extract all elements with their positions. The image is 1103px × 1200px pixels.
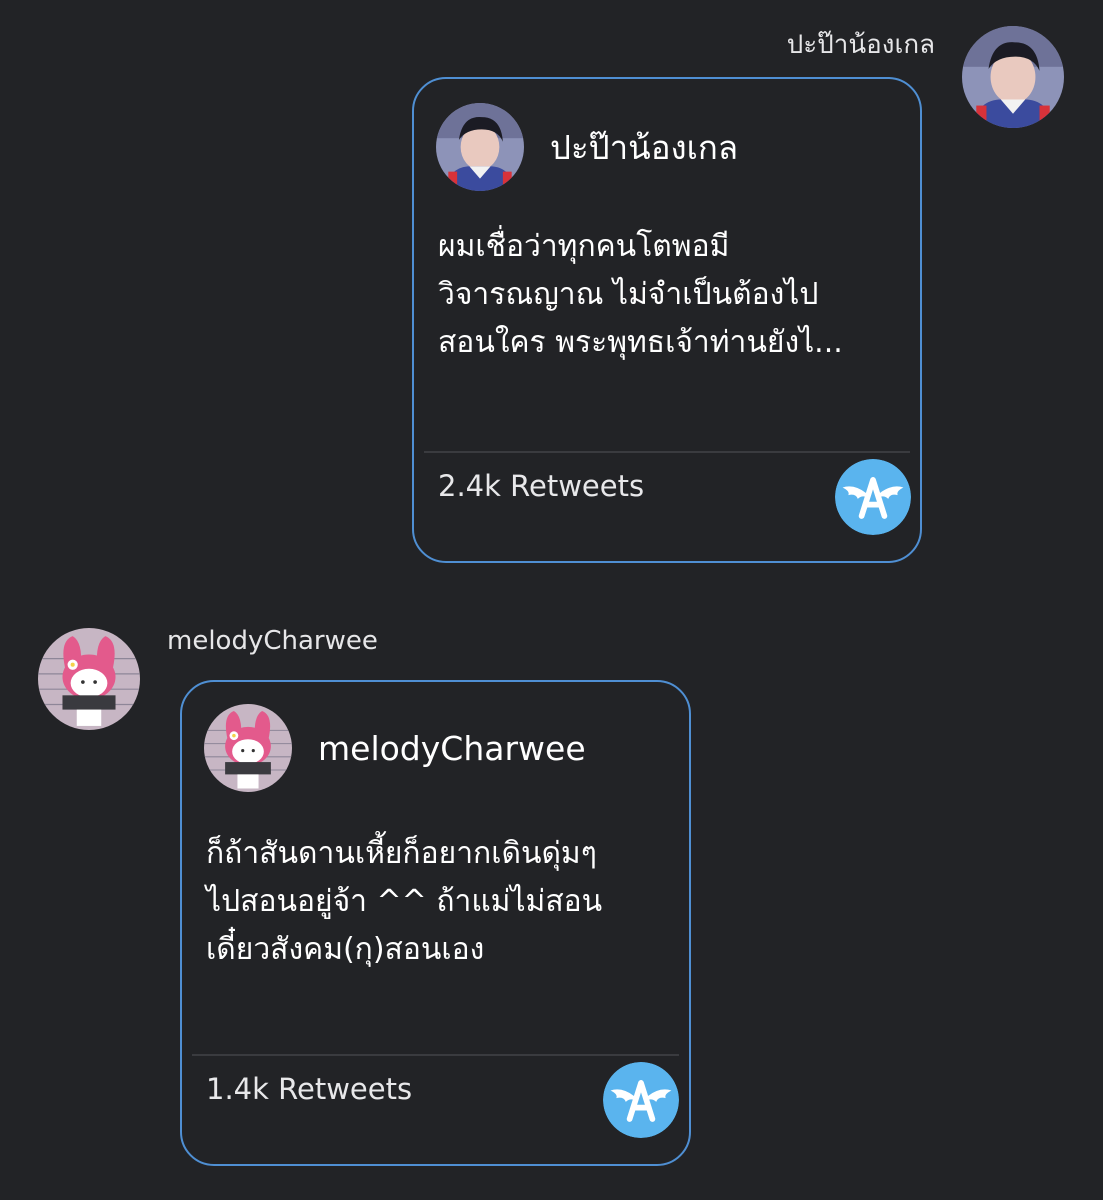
card-divider: [424, 451, 910, 453]
card-header: melodyCharwee: [204, 704, 586, 792]
card-header: ปะป๊าน้องเกล: [436, 103, 738, 191]
retweet-count: 2.4k Retweets: [438, 469, 645, 503]
quoted-tweet-card[interactable]: melodyCharwee ก็ถ้าสันดานเหี้ยก็อยากเดิน…: [180, 680, 691, 1166]
quoted-tweet-card[interactable]: ปะป๊าน้องเกล ผมเชื่อว่าทุกคนโตพอมี วิจาร…: [412, 77, 922, 563]
card-text-line: วิจารณญาณ ไม่จำเป็นต้องไป: [438, 277, 819, 312]
card-text-line: ผมเชื่อว่าทุกคนโตพอมี: [438, 229, 730, 264]
sender-avatar[interactable]: [962, 26, 1064, 128]
card-text: ก็ถ้าสันดานเหี้ยก็อยากเดินดุ่มๆ ไปสอนอยู…: [206, 830, 602, 974]
winged-a-app-icon: [835, 459, 911, 535]
sender-avatar[interactable]: [38, 628, 140, 730]
app-badge[interactable]: [603, 1062, 679, 1138]
card-text-line: เดี๋ยวสังคม(กุ)สอนเอง: [206, 932, 485, 967]
winged-a-app-icon: [603, 1062, 679, 1138]
sender-name: ปะป๊าน้องเกล: [786, 30, 935, 60]
card-text: ผมเชื่อว่าทุกคนโตพอมี วิจารณญาณ ไม่จำเป็…: [438, 223, 843, 367]
avatar-photo-icon: [962, 26, 1064, 128]
card-author-name: melodyCharwee: [318, 728, 586, 768]
my-melody-avatar-icon: [38, 628, 140, 730]
avatar-photo-icon: [436, 103, 524, 191]
card-text-line: สอนใคร พระพุทธเจ้าท่านยังไ...: [438, 325, 843, 360]
card-divider: [192, 1054, 679, 1056]
app-badge[interactable]: [835, 459, 911, 535]
my-melody-avatar-icon: [204, 704, 292, 792]
card-author-avatar: [204, 704, 292, 792]
card-text-line: ก็ถ้าสันดานเหี้ยก็อยากเดินดุ่มๆ: [206, 836, 597, 871]
card-text-line: ไปสอนอยู่จ้า ^^ ถ้าแม่ไม่สอน: [206, 884, 603, 919]
retweet-count: 1.4k Retweets: [206, 1072, 413, 1106]
card-author-avatar: [436, 103, 524, 191]
sender-name: melodyCharwee: [167, 626, 378, 656]
card-author-name: ปะป๊าน้องเกล: [550, 127, 739, 167]
